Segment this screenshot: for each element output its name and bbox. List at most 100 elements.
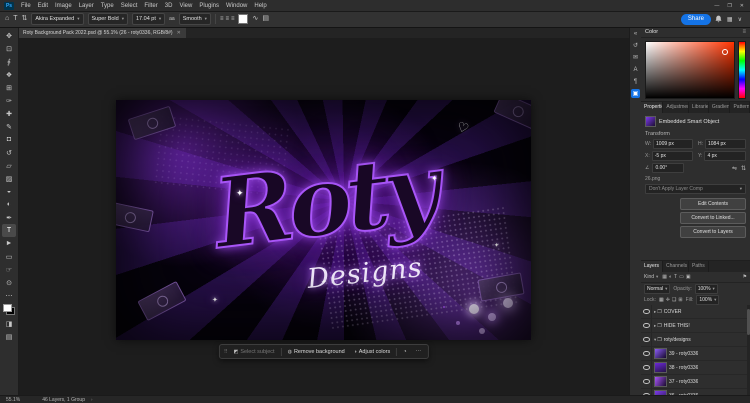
marquee-tool[interactable]: ⊡ xyxy=(2,42,16,55)
align-left-icon[interactable]: ≡ xyxy=(220,16,224,22)
tab-libraries[interactable]: Libraries xyxy=(689,102,709,113)
tab-channels[interactable]: Channels xyxy=(663,261,690,272)
clone-stamp-tool[interactable]: ◘ xyxy=(2,133,16,146)
share-button[interactable]: Share xyxy=(680,13,711,25)
filter-pixel-icon[interactable]: ▦ xyxy=(662,274,667,280)
lasso-tool[interactable]: ∮ xyxy=(2,55,16,68)
hue-slider[interactable] xyxy=(738,41,746,99)
gradient-tool[interactable]: ▨ xyxy=(2,172,16,185)
tab-color[interactable]: Color xyxy=(645,29,658,35)
menu-layer[interactable]: Layer xyxy=(79,3,94,9)
layer-row[interactable]: 37 - roty0336 xyxy=(641,375,750,389)
edit-toolbar-icon[interactable]: ⋯ xyxy=(2,289,16,302)
tab-gradients[interactable]: Gradients xyxy=(709,102,731,113)
filter-toggle-icon[interactable]: ⚑ xyxy=(743,274,747,280)
layer-name[interactable]: 38 - roty0336 xyxy=(669,365,698,371)
width-field[interactable]: 1009 px xyxy=(653,139,693,149)
eyedropper-tool[interactable]: ✑ xyxy=(2,94,16,107)
menu-select[interactable]: Select xyxy=(121,3,138,9)
character-panel-icon[interactable]: A xyxy=(631,65,640,74)
edit-contents-button[interactable]: Edit Contents xyxy=(680,198,746,210)
layer-name[interactable]: HIDE THIS! xyxy=(664,323,690,329)
menu-view[interactable]: View xyxy=(179,3,192,9)
layer-thumbnail[interactable] xyxy=(654,362,667,373)
kind-filter-select[interactable]: Kind xyxy=(644,274,654,280)
filter-adjustment-icon[interactable]: ◐ xyxy=(669,274,672,280)
zoom-tool[interactable]: ⊙ xyxy=(2,276,16,289)
shape-tool[interactable]: ▭ xyxy=(2,250,16,263)
toggle-panels-icon[interactable]: ▤ xyxy=(262,14,269,24)
lock-pixels-icon[interactable]: ▦ xyxy=(659,297,664,303)
menu-filter[interactable]: Filter xyxy=(144,3,157,9)
canvas-area[interactable]: Roty Designs ♡ ✦ ✦ ✦ ✦ ✦ ⠿ ◩ Select subj… xyxy=(18,38,630,396)
opacity-select[interactable]: 100% ▾ xyxy=(694,283,718,294)
adjust-colors-button[interactable]: ◑ Adjust colors xyxy=(351,348,394,356)
zoom-level[interactable]: 55.1% xyxy=(6,397,20,403)
color-picker-handle[interactable] xyxy=(722,49,728,55)
layer-row[interactable]: 39 - roty0336 xyxy=(641,347,750,361)
layer-row[interactable]: ▸ ❐ HIDE THIS! xyxy=(641,319,750,333)
move-tool[interactable]: ✥ xyxy=(2,29,16,42)
healing-brush-tool[interactable]: ✚ xyxy=(2,107,16,120)
font-family-select[interactable]: Akira Expanded ▾ xyxy=(31,13,84,25)
lock-all-icon[interactable]: ⊞ xyxy=(678,297,682,303)
tab-properties[interactable]: Properties xyxy=(641,102,664,113)
chevron-down-icon[interactable]: ▾ xyxy=(654,337,656,343)
pen-tool[interactable]: ✒ xyxy=(2,211,16,224)
visibility-cell[interactable] xyxy=(641,361,652,374)
history-brush-tool[interactable]: ↺ xyxy=(2,146,16,159)
filter-shape-icon[interactable]: ▭ xyxy=(679,274,684,280)
quick-selection-tool[interactable]: ❖ xyxy=(2,68,16,81)
align-right-icon[interactable]: ≡ xyxy=(231,16,235,22)
tab-adjustments[interactable]: Adjustments xyxy=(663,102,689,113)
flip-vertical-icon[interactable]: ⇅ xyxy=(741,165,746,172)
panel-menu-icon[interactable]: ≡ xyxy=(742,29,746,35)
menu-window[interactable]: Window xyxy=(226,3,247,9)
layer-row[interactable]: ▸ ❐ COVER xyxy=(641,305,750,319)
blend-mode-select[interactable]: Normal ▾ xyxy=(644,283,671,294)
close-icon[interactable]: ✕ xyxy=(740,3,744,9)
layer-row[interactable]: 38 - roty0336 xyxy=(641,361,750,375)
path-selection-tool[interactable]: ► xyxy=(2,237,16,250)
foreground-color-swatch[interactable] xyxy=(3,304,12,312)
drag-grip-icon[interactable]: ⠿ xyxy=(224,349,228,355)
document-tab[interactable]: Roty Background Pack 2022.psd @ 55.1% (2… xyxy=(18,27,186,38)
tab-layers[interactable]: Layers xyxy=(641,261,664,272)
tab-paths[interactable]: Paths xyxy=(689,261,709,272)
artwork-document[interactable]: Roty Designs ♡ ✦ ✦ ✦ ✦ ✦ xyxy=(116,100,531,340)
font-style-select[interactable]: Super Bold ▾ xyxy=(87,13,128,25)
text-color-swatch[interactable] xyxy=(238,14,249,24)
x-field[interactable]: -5 px xyxy=(651,151,693,161)
layer-name[interactable]: roty/designs xyxy=(664,337,691,343)
menu-help[interactable]: Help xyxy=(254,3,266,9)
more-options-icon[interactable]: ⋯ xyxy=(413,348,425,356)
layer-name[interactable]: 39 - roty0336 xyxy=(669,351,698,357)
maximize-icon[interactable]: ❐ xyxy=(727,3,731,9)
angle-field[interactable]: 0.00° xyxy=(652,163,685,173)
menu-edit[interactable]: Edit xyxy=(38,3,48,9)
eraser-tool[interactable]: ▱ xyxy=(2,159,16,172)
filter-type-icon[interactable]: T xyxy=(674,274,677,280)
minimize-icon[interactable]: — xyxy=(714,3,719,9)
layer-row[interactable]: ▾ ❐ roty/designs xyxy=(641,333,750,347)
paragraph-panel-icon[interactable]: ¶ xyxy=(631,77,640,86)
chevron-right-icon[interactable]: › xyxy=(91,397,93,402)
y-field[interactable]: 4 px xyxy=(704,151,746,161)
hand-tool[interactable]: ☞ xyxy=(2,263,16,276)
lock-artboard-icon[interactable]: ❑ xyxy=(672,297,676,303)
adjustments-icon[interactable]: ◔ xyxy=(400,348,409,356)
filter-smart-object-icon[interactable]: ▣ xyxy=(686,274,691,280)
bell-icon[interactable] xyxy=(715,15,722,23)
crop-tool[interactable]: ⊞ xyxy=(2,81,16,94)
history-panel-icon[interactable]: ↺ xyxy=(631,41,640,50)
layer-thumbnail[interactable] xyxy=(654,376,667,387)
select-subject-button[interactable]: ◩ Select subject xyxy=(231,348,278,356)
height-field[interactable]: 1084 px xyxy=(705,139,746,149)
expand-panels-icon[interactable]: « xyxy=(631,29,640,38)
menu-plugins[interactable]: Plugins xyxy=(199,3,219,9)
layer-name[interactable]: 37 - roty0336 xyxy=(669,379,698,385)
visibility-cell[interactable] xyxy=(641,347,652,360)
screen-mode-button[interactable]: ▤ xyxy=(2,330,16,343)
home-icon[interactable]: ⌂ xyxy=(5,14,9,24)
chevron-right-icon[interactable]: ▸ xyxy=(654,309,656,315)
